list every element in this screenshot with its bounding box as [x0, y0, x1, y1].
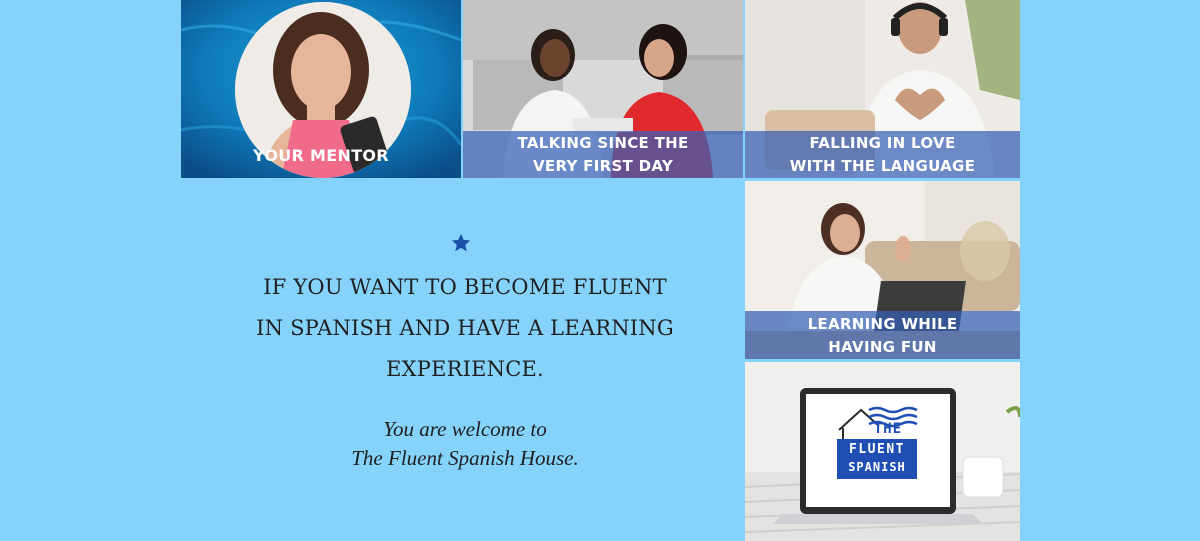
- welcome-text: You are welcome to The Fluent Spanish Ho…: [230, 415, 700, 473]
- headline-line2: IN SPANISH AND HAVE A LEARNING: [256, 316, 674, 340]
- welcome-line1: You are welcome to: [383, 417, 547, 441]
- falling-banner: FALLING IN LOVE WITH THE LANGUAGE: [745, 131, 1020, 178]
- mentor-tile: YOUR MENTOR: [181, 0, 461, 178]
- headline-line3: EXPERIENCE.: [386, 357, 544, 381]
- laptop-tile: THE FLUENT SPANISH: [745, 362, 1020, 541]
- welcome-line2: The Fluent Spanish House.: [351, 446, 579, 470]
- learning-line1: LEARNING WHILE: [807, 315, 958, 333]
- mentor-label: YOUR MENTOR: [253, 146, 389, 165]
- falling-tile: FALLING IN LOVE WITH THE LANGUAGE: [745, 0, 1020, 178]
- star-icon: [451, 233, 471, 252]
- talking-tile: TALKING SINCE THE VERY FIRST DAY: [463, 0, 743, 178]
- learning-tile: LEARNING WHILE HAVING FUN: [745, 181, 1020, 359]
- logo-text-spanish: SPANISH: [848, 460, 906, 474]
- learning-line2: HAVING FUN: [828, 338, 937, 356]
- talking-banner: TALKING SINCE THE VERY FIRST DAY: [463, 131, 743, 178]
- falling-line1: FALLING IN LOVE: [809, 134, 956, 152]
- headline-line1: IF YOU WANT TO BECOME FLUENT: [263, 275, 667, 299]
- headline: IF YOU WANT TO BECOME FLUENT IN SPANISH …: [230, 267, 700, 390]
- learning-banner: LEARNING WHILE HAVING FUN: [745, 311, 1020, 359]
- logo-text-the: THE: [873, 421, 903, 437]
- talking-line2: VERY FIRST DAY: [533, 157, 673, 175]
- talking-line1: TALKING SINCE THE: [517, 134, 689, 152]
- logo-text-fluent: FLUENT: [849, 442, 905, 457]
- falling-line2: WITH THE LANGUAGE: [789, 157, 976, 175]
